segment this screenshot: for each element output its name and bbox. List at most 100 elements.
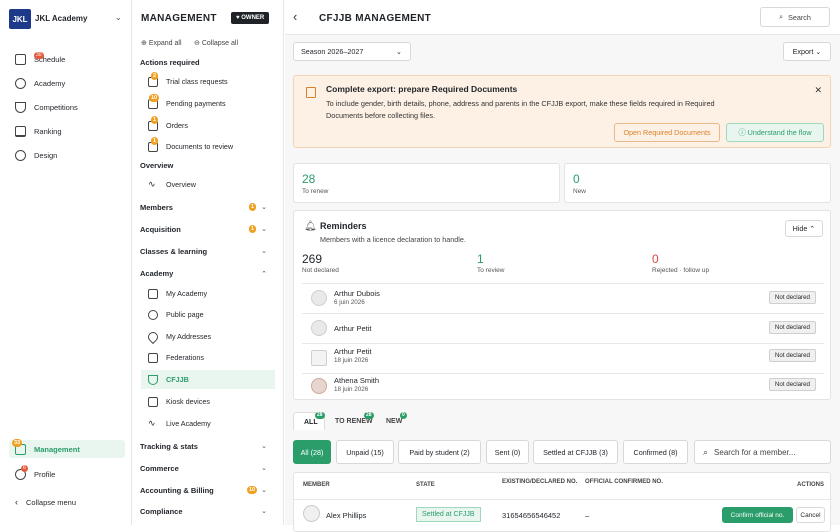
section-tracking-stats[interactable]: Tracking & stats — [140, 442, 198, 451]
confirm-official-button[interactable]: Confirm official no. — [722, 507, 793, 523]
reminder-list: Arthur Dubois 6 juin 2026 Not declared A… — [302, 283, 824, 396]
official-number: – — [585, 511, 590, 520]
chevron-down-icon: ⌄ — [395, 47, 402, 56]
medal-icon — [148, 374, 158, 385]
chevron-down-icon: ⌄ — [261, 465, 267, 472]
document-icon — [306, 87, 316, 98]
main-content: ‹ CFJJB MANAGEMENT ⌕ Search Season 2026–2… — [285, 0, 840, 532]
status-badge: Not declared — [768, 291, 816, 304]
status-badge: Not declared — [768, 349, 816, 362]
sub-item-kiosk-devices[interactable]: Kiosk devices — [141, 392, 275, 411]
avatar — [311, 378, 327, 394]
section-classes-learning[interactable]: Classes & learning — [140, 247, 207, 256]
sub-item-public-page[interactable]: Public page — [141, 305, 275, 324]
tab-new[interactable]: NEW 0 — [386, 412, 407, 425]
cancel-button[interactable]: Cancel — [796, 507, 825, 523]
open-required-documents-button[interactable]: Open Required Documents — [614, 123, 720, 142]
sub-item-my-academy[interactable]: My Academy — [141, 284, 275, 303]
action-pending-payments[interactable]: 10 Pending payments — [141, 93, 275, 113]
member-name[interactable]: Alex Phillips — [326, 511, 366, 520]
trial-icon: 2 — [148, 71, 159, 87]
tab-all[interactable]: ALL 28 — [293, 412, 325, 430]
member-search-input[interactable]: ⌕ Search for a member... — [694, 440, 831, 464]
understand-flow-button[interactable]: ⓘ Understand the flow — [726, 123, 824, 142]
alert-text: To include gender, birth details, phone,… — [326, 99, 715, 120]
action-orders[interactable]: 1 Orders — [141, 115, 275, 135]
document-icon: 1 — [148, 136, 159, 152]
sidebar-item-schedule[interactable]: 30 Schedule — [9, 50, 125, 68]
list-item[interactable]: Arthur Petit Not declared — [302, 313, 824, 342]
list-item[interactable]: Athena Smith 18 juin 2026 Not declared — [302, 373, 824, 397]
count-not-declared: 269 — [302, 252, 323, 266]
alert-title: Complete export: prepare Required Docume… — [326, 84, 518, 94]
bell-icon: 🔔︎ — [304, 221, 317, 232]
reminders-card: 🔔︎ Reminders Members with a licence decl… — [293, 210, 831, 400]
action-trial-class-requests[interactable]: 2 Trial class requests — [141, 71, 275, 91]
live-icon: ∿ — [148, 417, 156, 428]
filter-confirmed[interactable]: Confirmed (8) — [623, 440, 688, 464]
section-accounting-billing[interactable]: Accounting & Billing — [140, 486, 214, 495]
management-title: MANAGEMENT — [141, 13, 217, 24]
reminders-title: Reminders — [320, 221, 367, 231]
info-icon: ⓘ — [738, 127, 748, 137]
sidebar-item-ranking[interactable]: Ranking — [9, 122, 125, 140]
count-to-review: 1 — [477, 252, 484, 266]
section-acquisition[interactable]: Acquisition — [140, 225, 181, 234]
expand-all-button[interactable]: ⊕ Expand all — [141, 39, 182, 47]
sub-item-live-academy[interactable]: ∿ Live Academy — [141, 414, 275, 433]
stat-to-renew[interactable]: 28 To renew — [293, 163, 560, 203]
building-icon — [148, 288, 158, 299]
sidebar-item-competitions[interactable]: Competitions — [9, 98, 125, 116]
chevron-left-icon: ‹ — [15, 497, 18, 507]
status-badge: Not declared — [768, 378, 816, 391]
accounting-badge: 10 — [247, 486, 258, 494]
sub-item-my-addresses[interactable]: My Addresses — [141, 327, 275, 346]
members-table: MEMBER STATE EXISTING/DECLARED NO. OFFIC… — [293, 472, 832, 532]
close-icon[interactable]: ✕ — [814, 85, 822, 96]
sidebar-item-design[interactable]: Design — [9, 146, 125, 164]
overview-heading: Overview — [140, 161, 174, 170]
academy-name[interactable]: JKL Academy — [35, 14, 87, 23]
back-arrow-icon[interactable]: ‹ — [293, 9, 297, 24]
collapse-menu-button[interactable]: ‹ Collapse menu — [9, 493, 125, 511]
collapse-all-button[interactable]: ⊖ Collapse all — [194, 39, 238, 47]
chevron-down-icon: ⌄ — [261, 487, 267, 494]
sidebar-item-profile[interactable]: 6 Profile — [9, 464, 125, 483]
activity-icon: ∿ — [148, 178, 156, 189]
sub-item-federations[interactable]: Federations — [141, 348, 275, 367]
hide-reminders-button[interactable]: Hide ⌃ — [785, 220, 823, 237]
sub-item-cfjjb[interactable]: CFJJB — [141, 370, 275, 389]
tablet-icon — [148, 396, 158, 407]
section-commerce[interactable]: Commerce — [140, 464, 179, 473]
filter-settled-cfjjb[interactable]: Settled at CFJJB (3) — [533, 440, 618, 464]
action-documents-to-review[interactable]: 1 Documents to review — [141, 136, 275, 156]
filter-paid-by-student[interactable]: Paid by student (2) — [398, 440, 481, 464]
sidebar-item-management[interactable]: 33 Management — [9, 438, 125, 458]
state-badge: Settled at CFJJB — [416, 507, 481, 522]
search-icon: ⌕ — [779, 12, 784, 21]
sidebar-item-academy[interactable]: Academy — [9, 74, 125, 92]
list-item[interactable]: Arthur Petit 18 juin 2026 Not declared — [302, 343, 824, 372]
count-rejected: 0 — [652, 252, 659, 266]
filter-sent[interactable]: Sent (0) — [486, 440, 529, 464]
section-academy[interactable]: Academy — [140, 269, 173, 278]
export-button[interactable]: Export ⌄ — [783, 42, 831, 61]
season-select[interactable]: Season 2026–2027 ⌄ — [293, 42, 411, 61]
status-badge: Not declared — [768, 321, 816, 334]
filter-unpaid[interactable]: Unpaid (15) — [336, 440, 394, 464]
chevron-down-icon: ⌄ — [261, 204, 267, 211]
tab-bar: ALL 28 TO RENEW 28 NEW 0 — [293, 412, 423, 430]
global-search-button[interactable]: ⌕ Search — [760, 7, 830, 27]
sub-item-overview[interactable]: ∿ Overview — [141, 175, 275, 194]
tab-to-renew[interactable]: TO RENEW 28 — [335, 412, 374, 425]
filter-all[interactable]: All (28) — [293, 440, 331, 464]
management-sidebar: MANAGEMENT ♥ OWNER ⊕ Expand all ⊖ Collap… — [133, 0, 284, 525]
list-item[interactable]: Arthur Dubois 6 juin 2026 Not declared — [302, 283, 824, 312]
search-icon: ⌕ — [703, 446, 709, 457]
academy-icon — [15, 77, 26, 89]
app-sidebar: JKL JKL Academy ⌄ 30 Schedule Academy Co… — [0, 0, 132, 525]
section-members[interactable]: Members — [140, 203, 173, 212]
stat-new[interactable]: 0 New — [564, 163, 831, 203]
section-compliance[interactable]: Compliance — [140, 507, 183, 516]
chevron-down-icon[interactable]: ⌄ — [115, 13, 122, 22]
